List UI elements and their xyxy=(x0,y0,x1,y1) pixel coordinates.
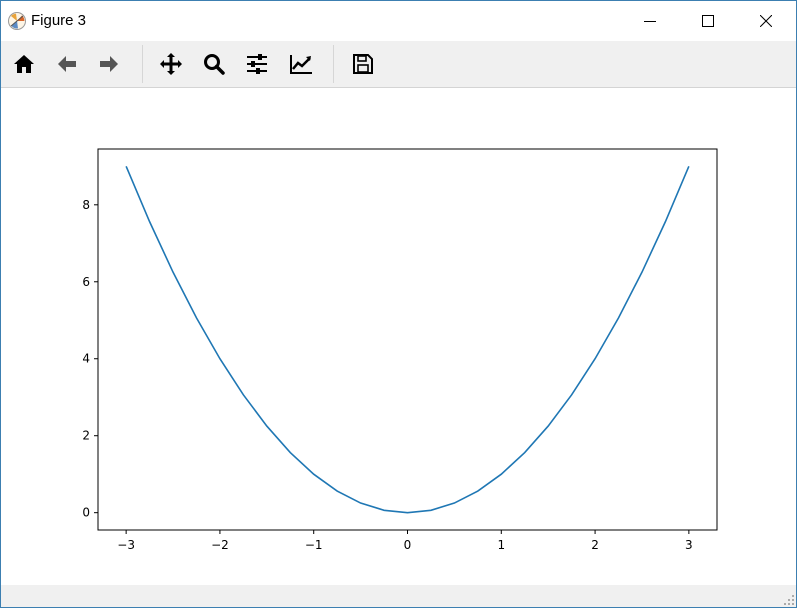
maximize-icon xyxy=(702,15,714,27)
minimize-icon xyxy=(644,21,656,22)
resize-grip-icon[interactable] xyxy=(784,595,794,605)
configure-subplots-button[interactable] xyxy=(242,49,272,79)
arrow-right-icon xyxy=(100,56,118,72)
minimize-button[interactable] xyxy=(627,1,673,41)
figure-canvas[interactable]: −3 −2 −1 0 1 2 3 0 2 4 6 8 xyxy=(1,88,796,585)
navigation-toolbar xyxy=(1,41,796,88)
y-tick-label: 6 xyxy=(82,275,90,289)
x-tick-label: 0 xyxy=(404,538,412,552)
y-tick-label: 4 xyxy=(82,352,90,366)
home-icon xyxy=(14,55,34,73)
close-icon xyxy=(760,15,772,27)
toolbar-separator xyxy=(333,45,334,83)
figure-window: Figure 3 −3 −2 −1 0 1 2 3 0 2 4 6 8 xyxy=(0,0,797,608)
status-bar xyxy=(1,585,796,607)
home-button[interactable] xyxy=(9,49,39,79)
x-tick-label: −1 xyxy=(305,538,323,552)
save-button[interactable] xyxy=(348,49,378,79)
y-tick-label: 8 xyxy=(82,198,90,212)
forward-button[interactable] xyxy=(94,49,124,79)
zoom-button[interactable] xyxy=(199,49,229,79)
window-title: Figure 3 xyxy=(31,12,87,29)
arrow-left-icon xyxy=(58,56,76,72)
pan-button[interactable] xyxy=(156,49,186,79)
sliders-icon xyxy=(247,54,267,74)
line-plot[interactable]: −3 −2 −1 0 1 2 3 0 2 4 6 8 xyxy=(1,88,796,585)
move-icon xyxy=(160,53,182,75)
x-tick-label: −3 xyxy=(117,538,135,552)
x-tick-label: 2 xyxy=(591,538,599,552)
back-button[interactable] xyxy=(52,49,82,79)
axes-frame xyxy=(97,148,718,531)
magnifier-icon xyxy=(204,54,225,75)
line-chart-icon xyxy=(290,55,312,74)
y-tick-label: 2 xyxy=(82,429,90,443)
series-line xyxy=(125,166,690,514)
toolbar-separator xyxy=(142,45,143,83)
x-axis-ticks: −3 −2 −1 0 1 2 3 xyxy=(117,530,693,552)
x-tick-label: 1 xyxy=(497,538,505,552)
title-bar[interactable]: Figure 3 xyxy=(1,1,796,41)
floppy-disk-icon xyxy=(353,54,373,74)
x-tick-label: −2 xyxy=(211,538,229,552)
close-button[interactable] xyxy=(743,1,789,41)
x-tick-label: 3 xyxy=(685,538,693,552)
y-tick-label: 0 xyxy=(82,506,90,520)
edit-axis-button[interactable] xyxy=(286,49,316,79)
maximize-button[interactable] xyxy=(685,1,731,41)
y-axis-ticks: 0 2 4 6 8 xyxy=(82,198,98,520)
matplotlib-app-icon xyxy=(8,12,26,30)
